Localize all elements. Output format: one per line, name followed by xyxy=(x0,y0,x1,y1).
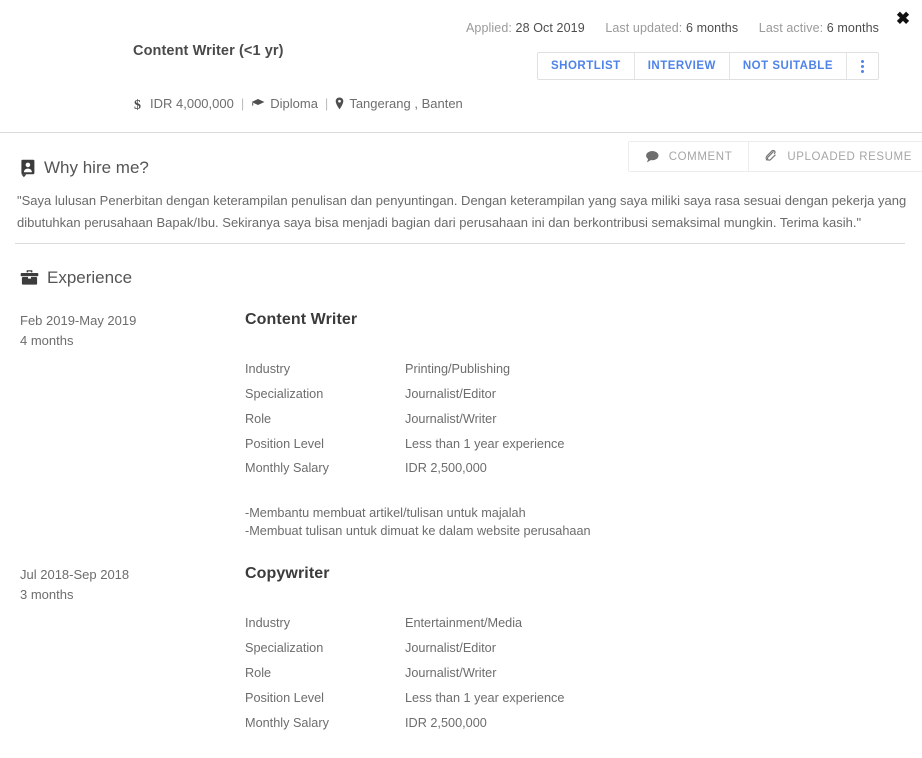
graduation-cap-icon xyxy=(251,98,265,110)
industry-value: Printing/Publishing xyxy=(405,361,511,376)
tab-uploaded-resume-label: UPLOADED RESUME xyxy=(787,150,912,163)
table-row: Position Level Less than 1 year experien… xyxy=(245,690,565,717)
id-badge-icon xyxy=(20,159,36,178)
last-updated-label: Last updated: xyxy=(605,21,683,35)
location-value: Tangerang , Banten xyxy=(349,96,463,111)
industry-label: Industry xyxy=(245,616,291,631)
experience-heading-label: Experience xyxy=(47,268,133,287)
experience-item: Jul 2018-Sep 2018 3 months Copywriter In… xyxy=(0,565,922,741)
tab-comment[interactable]: COMMENT xyxy=(628,142,750,171)
tab-comment-label: COMMENT xyxy=(668,150,733,163)
experience-date-range: Jul 2018-Sep 2018 xyxy=(20,567,130,583)
table-row: Monthly Salary IDR 2,500,000 xyxy=(245,461,564,487)
applied-label: Applied: xyxy=(465,21,512,35)
table-row: Position Level Less than 1 year experien… xyxy=(245,436,565,463)
dollar-icon: $ xyxy=(134,97,145,111)
industry-value: Entertainment/Media xyxy=(405,616,523,631)
experience-description: -Membantu membuat artikel/tulisan untuk … xyxy=(245,506,591,539)
industry-label: Industry xyxy=(245,361,291,376)
fact-separator-1: | xyxy=(240,96,245,111)
candidate-action-buttons: SHORTLIST INTERVIEW NOT SUITABLE xyxy=(537,52,879,80)
briefcase-icon xyxy=(20,270,39,286)
candidate-header: ✖ Applied: 28 Oct 2019 Last updated: 6 m… xyxy=(0,0,922,133)
why-hire-me-heading-label: Why hire me? xyxy=(44,158,149,177)
location-pin-icon xyxy=(335,97,344,110)
page-title: Content Writer (<1 yr) xyxy=(133,43,284,59)
table-row: Role Journalist/Writer xyxy=(245,411,564,438)
applied-value: 28 Oct 2019 xyxy=(515,21,585,35)
monthly-salary-label: Monthly Salary xyxy=(245,461,329,476)
candidate-facts: $ IDR 4,000,000 | Diploma | Tangerang , … xyxy=(134,96,463,111)
section-divider xyxy=(15,243,905,244)
position-level-label: Position Level xyxy=(245,436,324,451)
specialization-value: Journalist/Editor xyxy=(405,386,496,401)
experience-fields-table: Industry Entertainment/Media Specializat… xyxy=(245,616,565,742)
close-icon[interactable]: ✖ xyxy=(892,7,914,29)
last-updated-value: 6 months xyxy=(685,21,739,35)
experience-section: Experience Feb 2019-May 2019 4 months Co… xyxy=(0,246,922,742)
experience-job-title: Content Writer xyxy=(245,311,358,328)
comment-icon xyxy=(645,150,660,163)
interview-button[interactable]: INTERVIEW xyxy=(634,53,730,79)
last-active-label: Last active: xyxy=(758,21,824,35)
experience-details: Content Writer Industry Printing/Publish… xyxy=(245,311,922,540)
experience-duration: 4 months xyxy=(20,333,74,348)
experience-dates: Jul 2018-Sep 2018 3 months xyxy=(0,565,245,741)
tab-uploaded-resume[interactable]: UPLOADED RESUME xyxy=(749,142,922,171)
not-suitable-button[interactable]: NOT SUITABLE xyxy=(729,53,847,79)
position-level-value: Less than 1 year experience xyxy=(405,690,565,705)
monthly-salary-value: IDR 2,500,000 xyxy=(405,461,487,476)
experience-heading: Experience xyxy=(20,268,922,288)
detail-tabs: COMMENT UPLOADED RESUME xyxy=(627,141,922,172)
experience-fields-table: Industry Printing/Publishing Specializat… xyxy=(245,361,565,488)
why-hire-me-body: "Saya lulusan Penerbitan dengan keteramp… xyxy=(17,193,907,230)
table-row: Monthly Salary IDR 2,500,000 xyxy=(245,715,564,742)
last-active-meta: Last active: 6 months xyxy=(759,21,879,35)
last-updated-meta: Last updated: 6 months xyxy=(605,21,738,35)
table-row: Industry Entertainment/Media xyxy=(245,616,564,642)
role-value: Journalist/Writer xyxy=(405,665,497,680)
shortlist-button[interactable]: SHORTLIST xyxy=(538,53,635,79)
expected-salary-value: IDR 4,000,000 xyxy=(150,96,234,111)
last-active-value: 6 months xyxy=(826,21,879,35)
specialization-label: Specialization xyxy=(245,386,324,401)
position-level-label: Position Level xyxy=(245,690,324,705)
more-options-icon[interactable] xyxy=(847,53,878,79)
experience-details: Copywriter Industry Entertainment/Media … xyxy=(245,565,922,741)
experience-dates: Feb 2019-May 2019 4 months xyxy=(0,311,245,540)
candidate-meta: Applied: 28 Oct 2019 Last updated: 6 mon… xyxy=(466,21,879,35)
experience-duration: 3 months xyxy=(20,587,74,603)
why-hire-me-section: COMMENT UPLOADED RESUME Why hire me? "Sa… xyxy=(0,133,922,246)
experience-item: Feb 2019-May 2019 4 months Content Write… xyxy=(0,311,922,540)
specialization-label: Specialization xyxy=(245,641,324,655)
role-label: Role xyxy=(245,665,272,680)
education-value: Diploma xyxy=(270,96,318,111)
monthly-salary-value: IDR 2,500,000 xyxy=(405,715,487,730)
applied-meta: Applied: 28 Oct 2019 xyxy=(466,21,585,35)
table-row: Specialization Journalist/Editor xyxy=(245,386,564,413)
role-value: Journalist/Writer xyxy=(405,411,497,426)
paperclip-icon xyxy=(765,149,778,164)
expected-salary-fact: $ IDR 4,000,000 xyxy=(134,96,234,111)
why-hire-me-heading: Why hire me? xyxy=(20,158,149,178)
role-label: Role xyxy=(245,411,272,426)
location-fact: Tangerang , Banten xyxy=(335,96,463,111)
position-level-value: Less than 1 year experience xyxy=(405,436,565,451)
experience-date-range: Feb 2019-May 2019 xyxy=(20,313,137,328)
experience-job-title: Copywriter xyxy=(245,565,330,583)
monthly-salary-label: Monthly Salary xyxy=(245,715,329,730)
fact-separator-2: | xyxy=(324,96,329,111)
table-row: Industry Printing/Publishing xyxy=(245,361,564,388)
svg-text:$: $ xyxy=(134,98,141,111)
table-row: Role Journalist/Writer xyxy=(245,665,564,692)
specialization-value: Journalist/Editor xyxy=(405,641,496,655)
education-fact: Diploma xyxy=(251,96,318,111)
table-row: Specialization Journalist/Editor xyxy=(245,641,564,667)
